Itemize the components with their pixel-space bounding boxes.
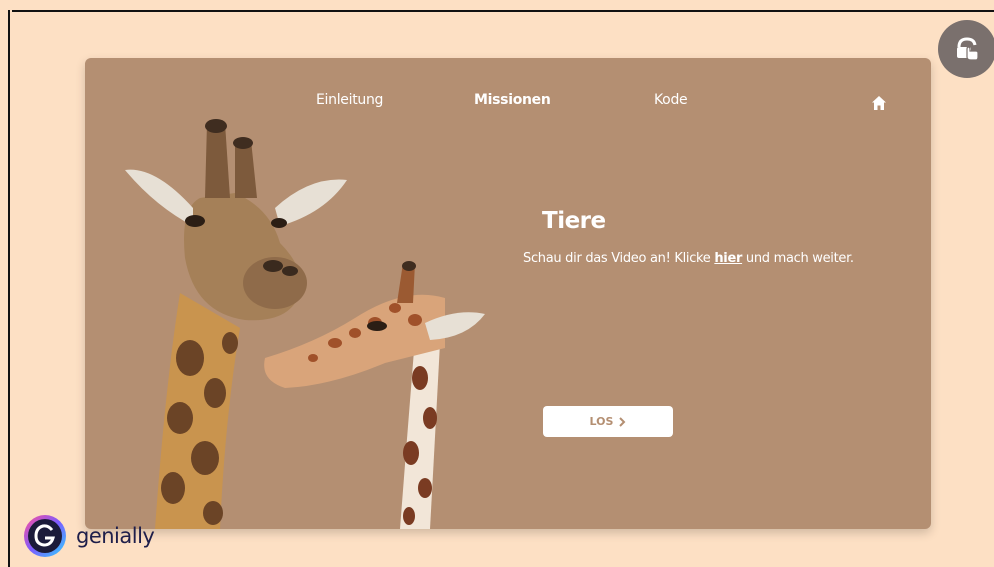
genially-branding[interactable]: genially — [22, 513, 155, 559]
video-link[interactable]: hier — [714, 251, 742, 266]
los-button-label: LOS — [589, 415, 614, 428]
slide-card: Einleitung Missionen Kode Tiere Schau di… — [85, 58, 931, 529]
window-left-border — [8, 10, 10, 567]
top-navigation: Einleitung Missionen Kode — [85, 92, 931, 114]
window-top-border — [12, 10, 994, 12]
genially-logo-icon — [24, 515, 66, 557]
instruction-text-before: Schau dir das Video an! Klicke — [523, 251, 715, 266]
nav-item-missionen[interactable]: Missionen — [474, 92, 551, 108]
chevron-right-icon — [619, 416, 626, 427]
los-button[interactable]: LOS — [543, 406, 673, 437]
nav-item-einleitung[interactable]: Einleitung — [316, 92, 383, 108]
giraffes-image — [125, 119, 485, 529]
nav-item-kode[interactable]: Kode — [654, 92, 688, 108]
genially-brand-name: genially — [76, 524, 155, 548]
unlock-touch-icon[interactable] — [938, 20, 994, 78]
instruction-text-after: und mach weiter. — [742, 251, 854, 266]
page-title: Tiere — [542, 208, 606, 234]
home-icon[interactable] — [871, 95, 887, 111]
instruction-text: Schau dir das Video an! Klicke hier und … — [523, 251, 854, 266]
